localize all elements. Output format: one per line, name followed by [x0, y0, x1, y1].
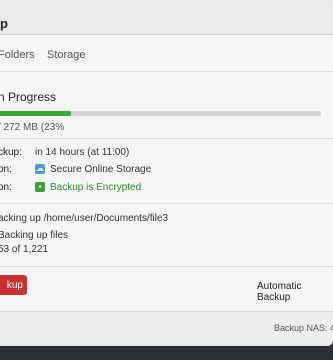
tab-folders[interactable]: Folders — [0, 49, 35, 61]
progress-text: / 272 MB (23% — [0, 122, 65, 133]
lock-icon: ▪ — [35, 182, 45, 192]
location-label: on: — [0, 164, 12, 175]
progress-bar — [0, 111, 321, 116]
cloud-icon: ☁ — [35, 164, 45, 174]
backup-window: p Folders Storage n Progress / 272 MB (2… — [0, 0, 333, 346]
backup-button[interactable]: kup — [0, 275, 27, 295]
next-backup-value: in 14 hours (at 11:00) — [35, 147, 130, 158]
tab-bar: Folders Storage — [0, 35, 333, 72]
encryption-label: on: — [0, 182, 12, 193]
divider — [0, 138, 333, 139]
progress-heading: n Progress — [0, 90, 57, 104]
window-title: p — [0, 16, 8, 31]
next-backup-label: ckup: — [0, 147, 22, 158]
divider — [0, 266, 333, 267]
footer-status: Backup NAS: 45 — [274, 323, 333, 333]
divider — [0, 203, 333, 204]
status-action: Backing up files — [0, 230, 69, 241]
footer: Backup NAS: 45 — [0, 311, 333, 346]
progress-fill — [0, 111, 71, 116]
location-value: Secure Online Storage — [50, 164, 152, 175]
status-count: 53 of 1,221 — [0, 244, 49, 255]
automatic-backup-label[interactable]: Automatic Backup — [257, 281, 333, 303]
encryption-value: Backup is Encrypted — [50, 182, 142, 193]
title-bar: p — [0, 0, 333, 35]
tab-storage[interactable]: Storage — [47, 49, 86, 61]
status-current-file: acking up /home/user/Documents/file3 — [0, 213, 169, 224]
